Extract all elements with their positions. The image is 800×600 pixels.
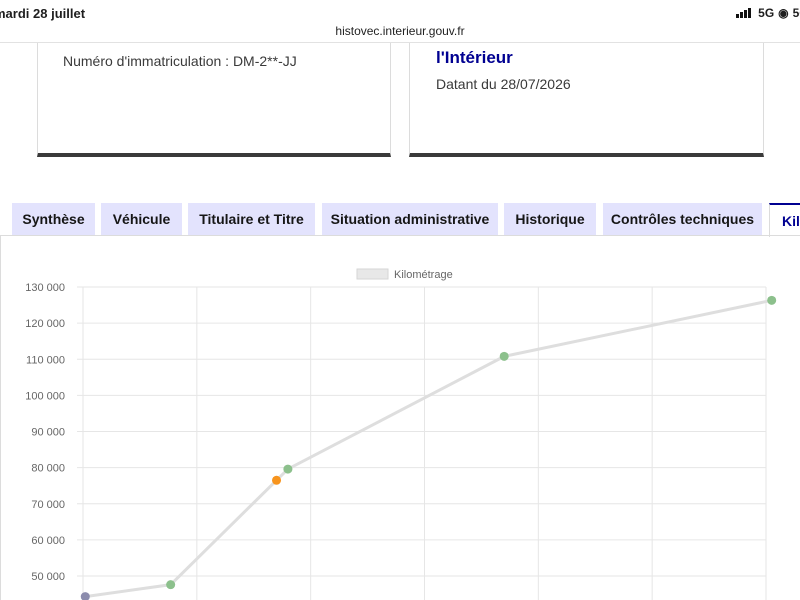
status-bar: mardi 28 juillet 5G ◉ 56 bbox=[0, 0, 800, 24]
location-icon: ◉ bbox=[778, 6, 789, 20]
y-tick-label: 70 000 bbox=[31, 499, 65, 511]
y-tick-label: 120 000 bbox=[25, 318, 65, 330]
tab-titulaire[interactable]: Titulaire et Titre bbox=[188, 203, 315, 235]
registration-number: Numéro d'immatriculation : DM-2**-JJ bbox=[63, 53, 297, 69]
tab-situation-administrative[interactable]: Situation administrative bbox=[322, 203, 498, 235]
data-point-ok bbox=[499, 351, 509, 361]
source-card: l'Intérieur Datant du 28/07/2026 bbox=[409, 43, 764, 157]
data-point-first bbox=[80, 592, 90, 600]
series-line bbox=[85, 298, 772, 599]
y-tick-label: 100 000 bbox=[25, 390, 65, 402]
report-date: Datant du 28/07/2026 bbox=[436, 76, 571, 92]
address-bar[interactable]: histovec.interieur.gouv.fr bbox=[0, 24, 800, 38]
battery-level: 56 bbox=[792, 6, 800, 20]
y-tick-label: 90 000 bbox=[31, 427, 65, 439]
status-indicators: 5G ◉ 56 bbox=[736, 6, 800, 20]
tab-kilometrage[interactable]: Kilo bbox=[769, 203, 800, 237]
signal-icon bbox=[736, 8, 752, 18]
y-tick-label: 130 000 bbox=[25, 282, 65, 294]
legend-label: Kilométrage bbox=[394, 269, 453, 281]
tab-controles-techniques[interactable]: Contrôles techniques bbox=[603, 203, 762, 235]
tab-vehicule[interactable]: Véhicule bbox=[101, 203, 182, 235]
tab-bar: Synthèse Véhicule Titulaire et Titre Sit… bbox=[0, 203, 800, 237]
mileage-chart: 130 000 120 000 110 000 100 000 90 000 80 000… bbox=[25, 268, 777, 600]
y-tick-label: 50 000 bbox=[31, 571, 65, 583]
data-point-ok bbox=[166, 580, 176, 590]
mileage-chart-panel: 130 000 120 000 110 000 100 000 90 000 80 000… bbox=[0, 236, 800, 600]
tab-synthese[interactable]: Synthèse bbox=[12, 203, 95, 235]
data-point-ok bbox=[283, 464, 293, 474]
y-tick-label: 80 000 bbox=[31, 463, 65, 475]
tab-historique[interactable]: Historique bbox=[504, 203, 596, 235]
data-point-warn bbox=[272, 475, 282, 485]
data-point-ok bbox=[767, 295, 777, 305]
status-time: mardi 28 juillet bbox=[0, 6, 86, 21]
legend-swatch bbox=[356, 268, 389, 280]
network-label: 5G bbox=[758, 6, 775, 20]
y-tick-label: 60 000 bbox=[31, 535, 65, 547]
source-title: l'Intérieur bbox=[436, 48, 513, 67]
y-tick-label: 110 000 bbox=[26, 354, 65, 366]
vehicle-id-card: Numéro d'immatriculation : DM-2**-JJ bbox=[37, 43, 391, 157]
